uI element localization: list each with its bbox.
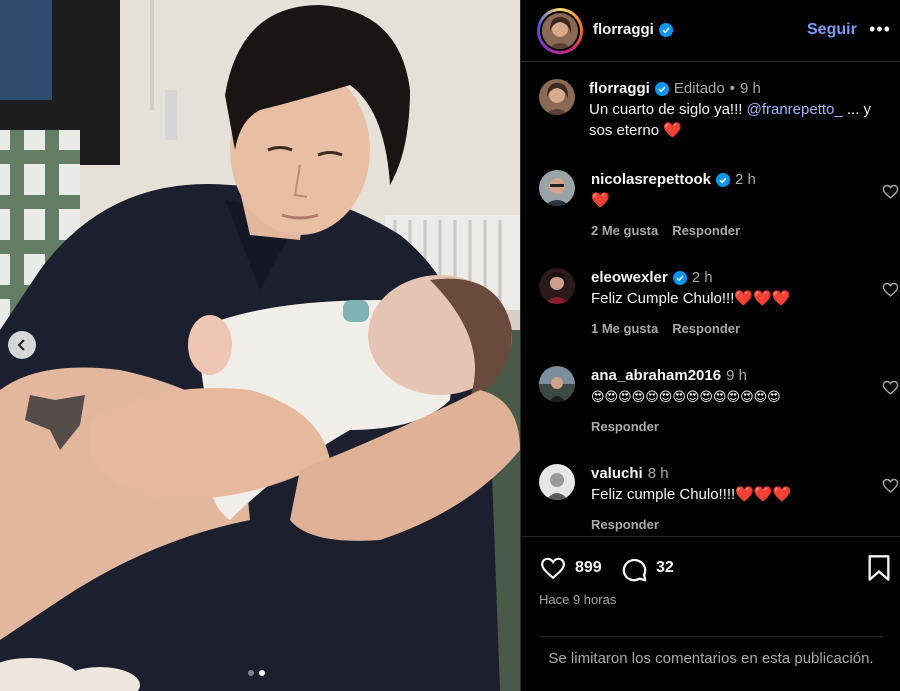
comment-time: 9 h — [726, 367, 747, 384]
verified-badge-icon — [716, 172, 731, 187]
carousel-dot-active — [259, 670, 265, 676]
comment-item: eleowexler 2 h Feliz Cumple Chulo!!!❤️❤️… — [539, 268, 899, 348]
comment-item: ana_abraham2016 9 h 😍😍😍😍😍😍😍😍😍😍😍😍😍😍 Respo… — [539, 366, 899, 446]
comment-username[interactable]: eleowexler — [591, 268, 668, 287]
comment-like-heart-icon[interactable] — [882, 379, 899, 396]
comment-text: ❤️ — [591, 192, 610, 209]
caption-edited-label: Editado — [673, 80, 725, 97]
comment-avatar-image — [539, 268, 575, 304]
likes-count[interactable]: 899 — [575, 559, 602, 577]
caption-author-avatar[interactable] — [539, 79, 575, 115]
follow-button[interactable]: Seguir — [807, 21, 857, 39]
comment-avatar[interactable] — [539, 464, 575, 500]
post-header: florraggi Seguir ••• — [521, 0, 900, 62]
comment-text: 😍😍😍😍😍😍😍😍😍😍😍😍😍😍 — [591, 389, 781, 404]
caption-text-start: Un cuarto de siglo ya!!! — [589, 101, 747, 118]
comment-time: 2 h — [735, 171, 756, 188]
chevron-left-icon — [17, 339, 25, 351]
comments-list: florraggi Editado • 9 h Un cuarto de sig… — [521, 62, 900, 536]
comment-item: valuchi 8 h Feliz cumple Chulo!!!!❤️❤️❤️… — [539, 464, 899, 536]
comment-item: nicolasrepettook 2 h ❤️ 2 Me gusta Respo… — [539, 170, 899, 250]
comment-likes-count[interactable]: 2 Me gusta — [591, 223, 658, 238]
author-avatar[interactable] — [537, 8, 583, 54]
instagram-post-view: florraggi Seguir ••• florraggi Editado •… — [0, 0, 900, 691]
caption-separator: • — [729, 80, 735, 97]
carousel-prev-button[interactable] — [8, 331, 36, 359]
comment-like-heart-icon[interactable] — [882, 477, 899, 494]
comment-reply-button[interactable]: Responder — [591, 517, 659, 532]
caption-username[interactable]: florraggi — [589, 79, 650, 98]
comment-avatar-image — [539, 170, 575, 206]
photo-father-holding-baby — [0, 0, 520, 691]
comment-reply-button[interactable]: Responder — [672, 223, 740, 238]
post-photo — [0, 0, 520, 691]
comment-reply-button[interactable]: Responder — [591, 419, 659, 434]
comment-time: 2 h — [691, 269, 713, 286]
comment-text: Feliz Cumple Chulo!!!❤️❤️❤️ — [591, 290, 791, 307]
like-heart-icon[interactable] — [539, 555, 567, 581]
carousel-indicator — [248, 670, 265, 676]
comment-username[interactable]: valuchi — [591, 464, 643, 483]
carousel-dot — [248, 670, 254, 676]
post-side-panel: florraggi Seguir ••• florraggi Editado •… — [520, 0, 900, 691]
comment-avatar[interactable] — [539, 170, 575, 206]
comments-count[interactable]: 32 — [656, 559, 674, 577]
verified-badge-icon — [654, 81, 669, 96]
author-username[interactable]: florraggi — [593, 21, 654, 38]
caption-text: Un cuarto de siglo ya!!! @franrepetto_ .… — [589, 99, 885, 141]
comment-avatar-image — [539, 464, 575, 500]
more-options-button[interactable]: ••• — [869, 19, 891, 40]
comment-reply-button[interactable]: Responder — [672, 321, 740, 336]
comment-avatar[interactable] — [539, 268, 575, 304]
comment-text: Feliz cumple Chulo!!!!❤️❤️❤️ — [591, 486, 792, 503]
post-caption: florraggi Editado • 9 h Un cuarto de sig… — [539, 79, 889, 149]
comment-avatar-image — [539, 366, 575, 402]
comment-username[interactable]: nicolasrepettook — [591, 170, 711, 189]
author-avatar-image — [542, 13, 578, 49]
post-timestamp: Hace 9 horas — [539, 592, 617, 607]
verified-badge-icon — [672, 270, 687, 285]
comment-icon[interactable] — [621, 555, 648, 582]
comment-likes-count[interactable]: 1 Me gusta — [591, 321, 658, 336]
comment-time: 8 h — [647, 465, 669, 482]
caption-avatar-image — [539, 79, 575, 115]
comment-like-heart-icon[interactable] — [882, 281, 899, 298]
caption-mention-link[interactable]: @franrepetto_ — [747, 101, 843, 118]
comment-avatar[interactable] — [539, 366, 575, 402]
post-action-bar: 899 32 Hace 9 horas Se limitaron los com… — [521, 536, 900, 691]
comment-username[interactable]: ana_abraham2016 — [591, 366, 721, 385]
verified-badge-icon — [658, 22, 673, 37]
comments-limited-notice: Se limitaron los comentarios en esta pub… — [539, 636, 883, 670]
comment-like-heart-icon[interactable] — [882, 183, 899, 200]
bookmark-icon[interactable] — [867, 554, 891, 582]
caption-time: 9 h — [739, 80, 761, 97]
